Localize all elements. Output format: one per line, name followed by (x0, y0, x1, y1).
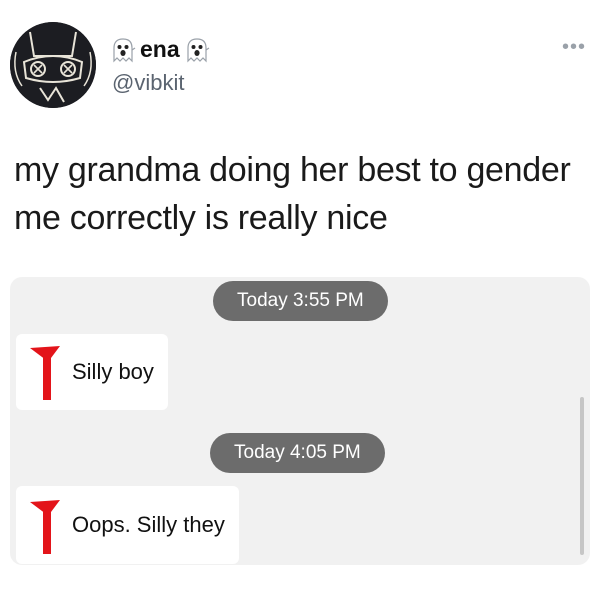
display-name-row[interactable]: ena (110, 36, 210, 63)
user-handle[interactable]: @vibkit (112, 70, 184, 96)
tweet-text: my grandma doing her best to gender me c… (14, 151, 571, 237)
avatar-drawing-icon (10, 22, 96, 108)
red-flag-icon (26, 496, 66, 556)
embedded-chat-screenshot: Today 3:55 PM Silly boy Today 4:05 PM Oo… (10, 277, 590, 565)
display-name: ena (140, 36, 180, 62)
message-bubble: Silly boy (16, 334, 168, 410)
message-text: Silly boy (72, 359, 154, 384)
scrollbar[interactable] (580, 397, 584, 555)
ghost-icon (184, 37, 210, 63)
ghost-icon (110, 37, 136, 63)
message-bubble: Oops. Silly they (16, 486, 239, 564)
timestamp-pill: Today 4:05 PM (210, 433, 385, 473)
timestamp-pill: Today 3:55 PM (213, 281, 388, 321)
red-flag-icon (26, 342, 66, 402)
message-text: Oops. Silly they (72, 512, 225, 537)
avatar[interactable] (10, 22, 96, 108)
more-options-icon[interactable]: ••• (562, 36, 586, 59)
